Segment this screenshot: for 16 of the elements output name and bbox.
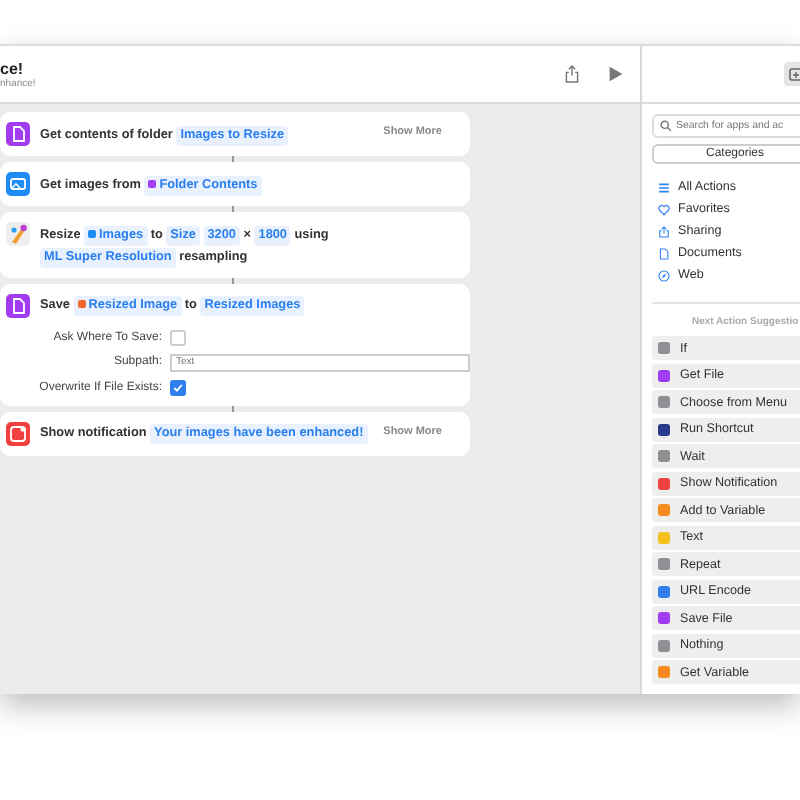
photo-icon (6, 172, 30, 196)
share-icon (658, 225, 670, 237)
heart-icon (658, 203, 670, 215)
list-icon (658, 181, 670, 193)
document-icon (6, 293, 30, 317)
compass-icon (658, 269, 670, 281)
search-icon (660, 120, 672, 132)
checkbox[interactable] (170, 329, 186, 345)
paintbrush-icon (6, 222, 30, 246)
play-icon[interactable] (608, 66, 624, 82)
notification-icon (6, 421, 30, 445)
share-icon[interactable] (564, 64, 580, 84)
shortcut-title: ce! (0, 59, 24, 77)
checkbox[interactable] (170, 379, 186, 395)
document-icon (6, 122, 30, 146)
document-icon (658, 247, 670, 259)
